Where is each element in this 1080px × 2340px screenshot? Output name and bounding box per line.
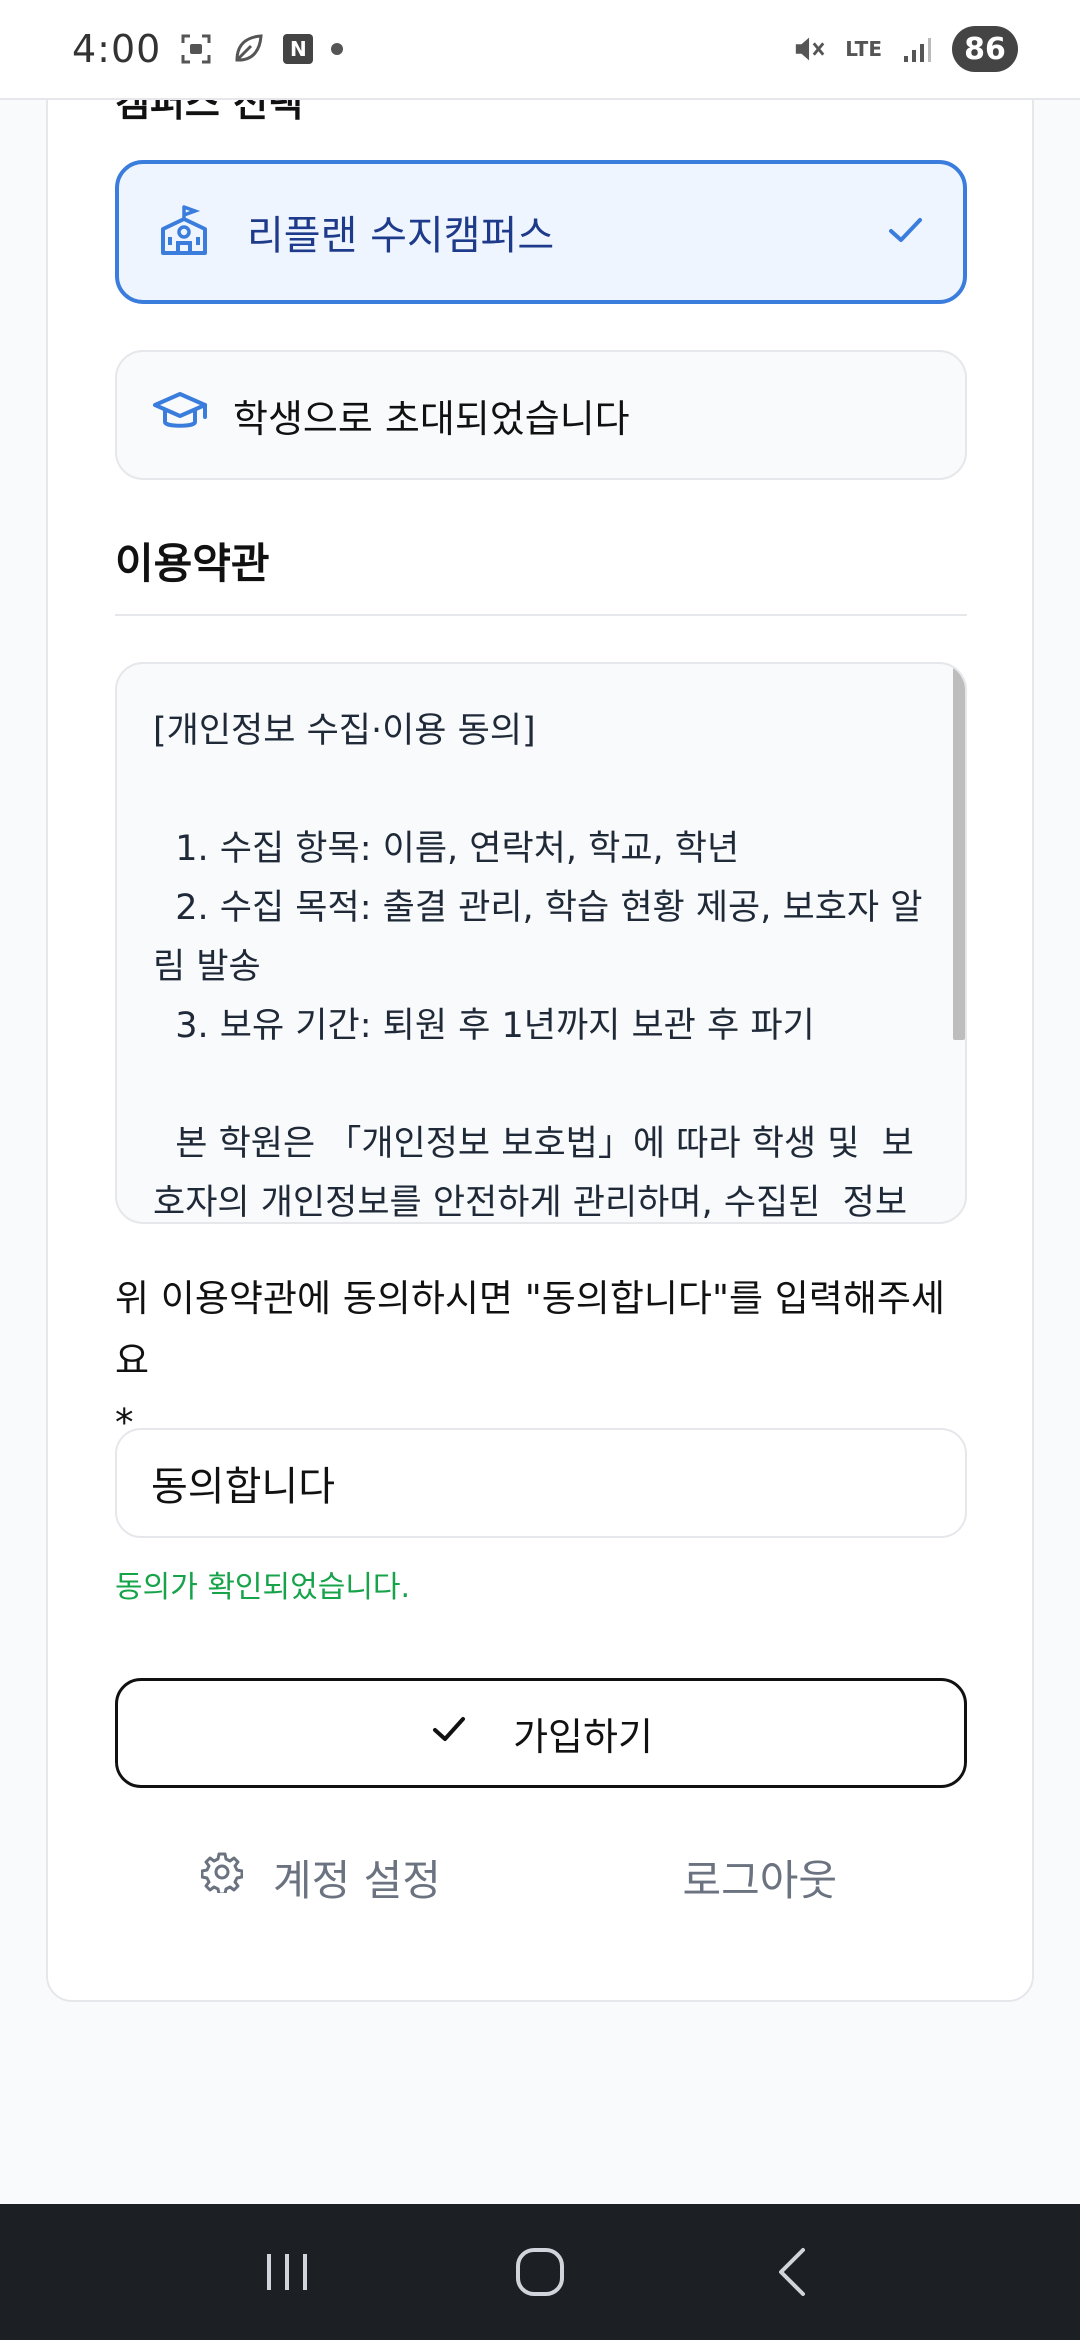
bottom-links: 계정 설정 로그아웃 <box>115 1842 967 1912</box>
graduation-cap-icon <box>151 389 209 441</box>
agreement-instruction: 위 이용약관에 동의하시면 "동의합니다"를 입력해주세요 * <box>115 1268 967 1454</box>
agreement-confirmation: 동의가 확인되었습니다. <box>115 1570 411 1605</box>
campus-option[interactable]: 리플랜 수지캠퍼스 <box>115 160 967 304</box>
status-time: 4:00 <box>72 27 162 71</box>
notification-dot-icon <box>331 43 344 55</box>
leaf-icon <box>231 32 265 66</box>
navigation-bar <box>0 2204 1080 2340</box>
invite-status: 학생으로 초대되었습니다 <box>115 350 967 480</box>
network-type: LTE <box>845 37 882 61</box>
agreement-input[interactable] <box>115 1428 967 1538</box>
terms-scroll-box[interactable]: [개인정보 수집·이용 동의] 1. 수집 항목: 이름, 연락처, 학교, 학… <box>115 662 967 1224</box>
terms-scrollbar[interactable] <box>953 666 965 1040</box>
school-icon <box>155 203 213 261</box>
instruction-text: 위 이용약관에 동의하시면 "동의합니다"를 입력해주세요 <box>115 1277 945 1382</box>
logout-button[interactable]: 로그아웃 <box>682 1847 837 1908</box>
signal-icon <box>900 32 934 66</box>
signup-button[interactable]: 가입하기 <box>115 1678 967 1788</box>
account-settings-label: 계정 설정 <box>273 1855 441 1905</box>
check-icon <box>429 1709 469 1758</box>
gear-icon <box>200 1851 244 1903</box>
mute-icon <box>793 32 827 66</box>
back-button[interactable] <box>753 2232 833 2312</box>
status-bar: 4:00 N LTE 86 <box>0 0 1080 100</box>
home-button[interactable] <box>500 2232 580 2312</box>
recent-apps-button[interactable] <box>247 2232 327 2312</box>
status-right: LTE 86 <box>793 26 1018 72</box>
terms-heading: 이용약관 <box>115 539 270 588</box>
battery-indicator: 86 <box>952 26 1018 72</box>
account-settings-button[interactable]: 계정 설정 <box>200 1847 441 1908</box>
signup-label: 가입하기 <box>513 1714 653 1759</box>
check-icon <box>883 208 927 256</box>
invite-text: 학생으로 초대되었습니다 <box>233 396 630 441</box>
naver-n-icon: N <box>283 34 314 64</box>
campus-name: 리플랜 수지캠퍼스 <box>247 213 555 259</box>
status-left: 4:00 N <box>72 27 344 71</box>
terms-body: [개인정보 수집·이용 동의] 1. 수집 항목: 이름, 연락처, 학교, 학… <box>153 711 923 1223</box>
terms-divider <box>115 614 967 616</box>
screenshot-icon <box>179 32 213 66</box>
